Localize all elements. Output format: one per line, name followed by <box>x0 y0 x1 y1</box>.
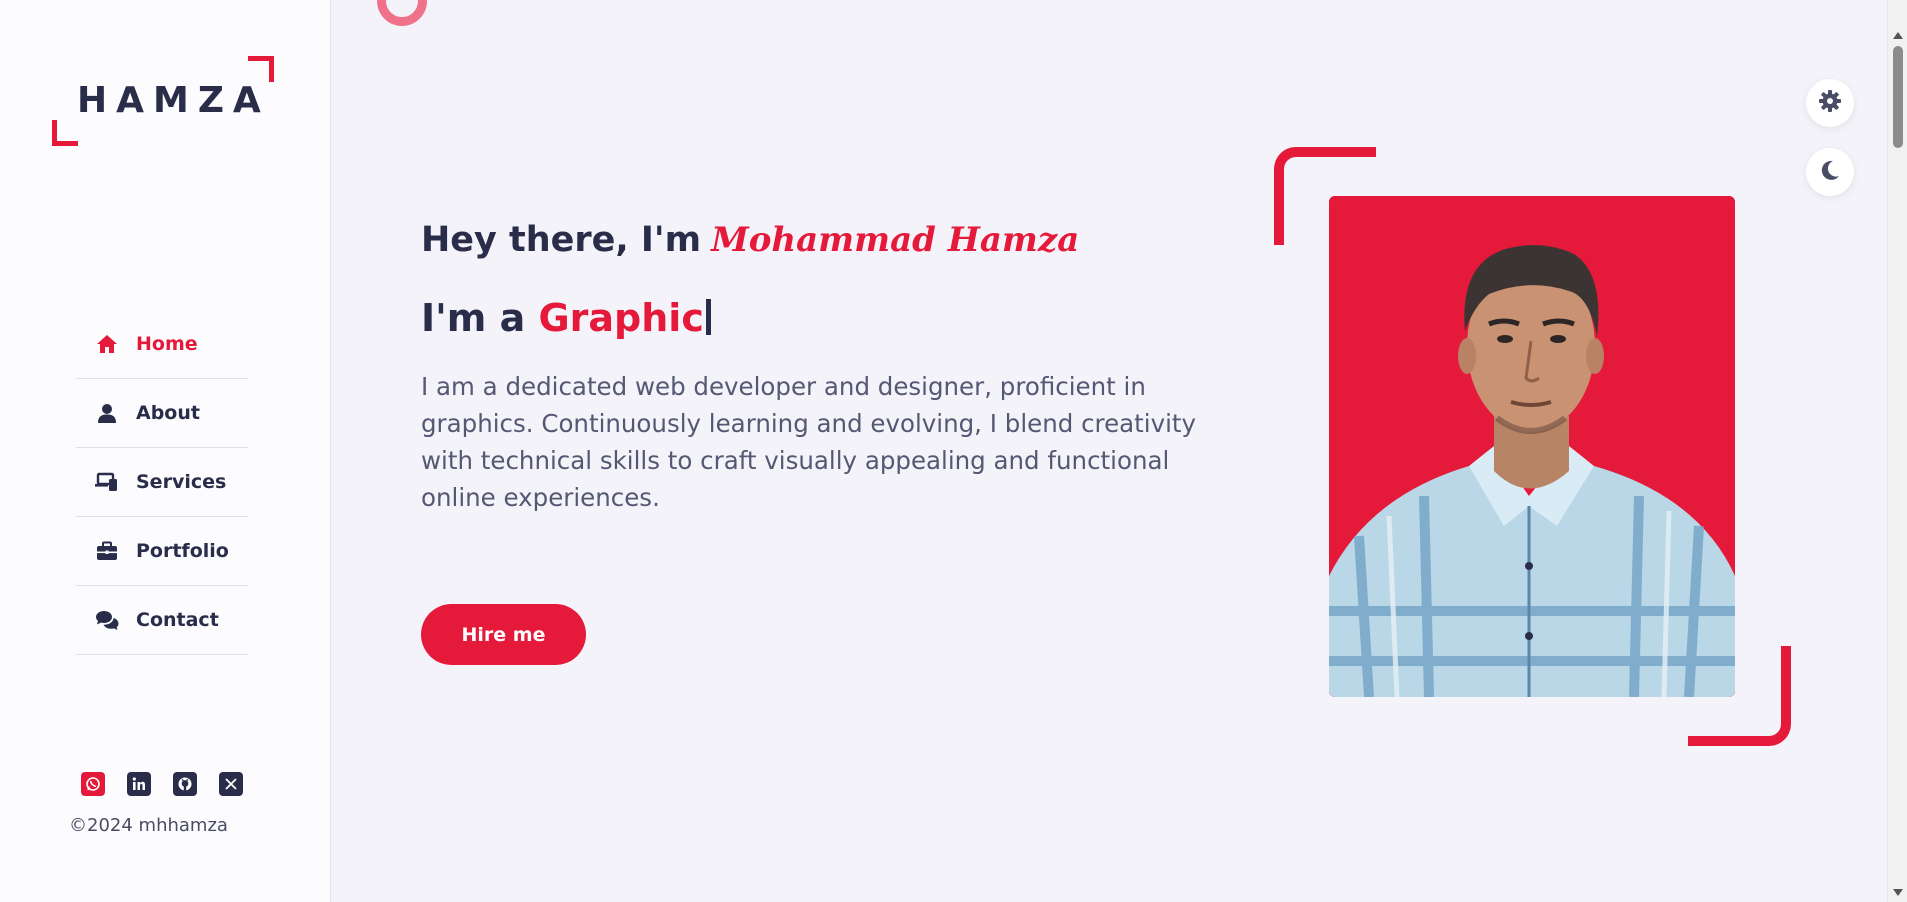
nav-item-services[interactable]: Services <box>76 448 248 517</box>
sidebar: HAMZA Home About Services Portfolio Cont… <box>0 0 331 902</box>
devices-icon <box>94 471 120 493</box>
role-prefix: I'm a <box>421 296 526 340</box>
vertical-scrollbar[interactable] <box>1887 0 1907 902</box>
copyright: ©2024 mhhamza <box>69 815 228 836</box>
gear-icon <box>1818 89 1842 117</box>
nav-item-contact[interactable]: Contact <box>76 586 248 655</box>
nav-item-portfolio[interactable]: Portfolio <box>76 517 248 586</box>
scrollbar-thumb[interactable] <box>1893 46 1903 148</box>
social-links <box>81 772 243 796</box>
hero-bio: I am a dedicated web developer and desig… <box>421 372 1196 512</box>
settings-button[interactable] <box>1806 79 1854 127</box>
scroll-up-arrow-icon[interactable] <box>1893 32 1903 39</box>
home-icon <box>94 333 120 355</box>
hero-name: Mohammad Hamza <box>711 220 1080 260</box>
github-icon[interactable] <box>173 772 197 796</box>
logo-corner-bottom-left <box>52 120 78 146</box>
linkedin-icon[interactable] <box>127 772 151 796</box>
greeting-text: Hey there, I'm <box>421 220 702 260</box>
nav-item-label: Home <box>136 333 198 355</box>
nav-item-home[interactable]: Home <box>76 310 248 379</box>
chat-icon <box>94 609 120 631</box>
decorative-ring <box>377 0 427 26</box>
logo-corner-top-right <box>248 56 274 82</box>
main-nav: Home About Services Portfolio Contact <box>76 310 248 655</box>
theme-toggle-button[interactable] <box>1806 148 1854 196</box>
hero-role: I'm a Graphic <box>421 296 711 340</box>
logo[interactable]: HAMZA <box>52 56 274 146</box>
whatsapp-icon[interactable] <box>81 772 105 796</box>
hero-greeting: Hey there, I'm Mohammad Hamza <box>421 220 1079 260</box>
typing-cursor <box>705 299 711 335</box>
briefcase-icon <box>94 540 120 562</box>
nav-item-label: Services <box>136 471 227 493</box>
moon-icon <box>1819 159 1841 185</box>
scroll-down-arrow-icon[interactable] <box>1893 889 1903 896</box>
nav-item-label: Portfolio <box>136 540 229 562</box>
nav-item-about[interactable]: About <box>76 379 248 448</box>
x-twitter-icon[interactable] <box>219 772 243 796</box>
user-icon <box>94 402 120 424</box>
hire-me-button[interactable]: Hire me <box>421 604 586 665</box>
role-word: Graphic <box>538 296 704 340</box>
profile-photo <box>1329 196 1735 697</box>
nav-item-label: About <box>136 402 200 424</box>
nav-item-label: Contact <box>136 609 219 631</box>
logo-text: HAMZA <box>77 80 270 121</box>
